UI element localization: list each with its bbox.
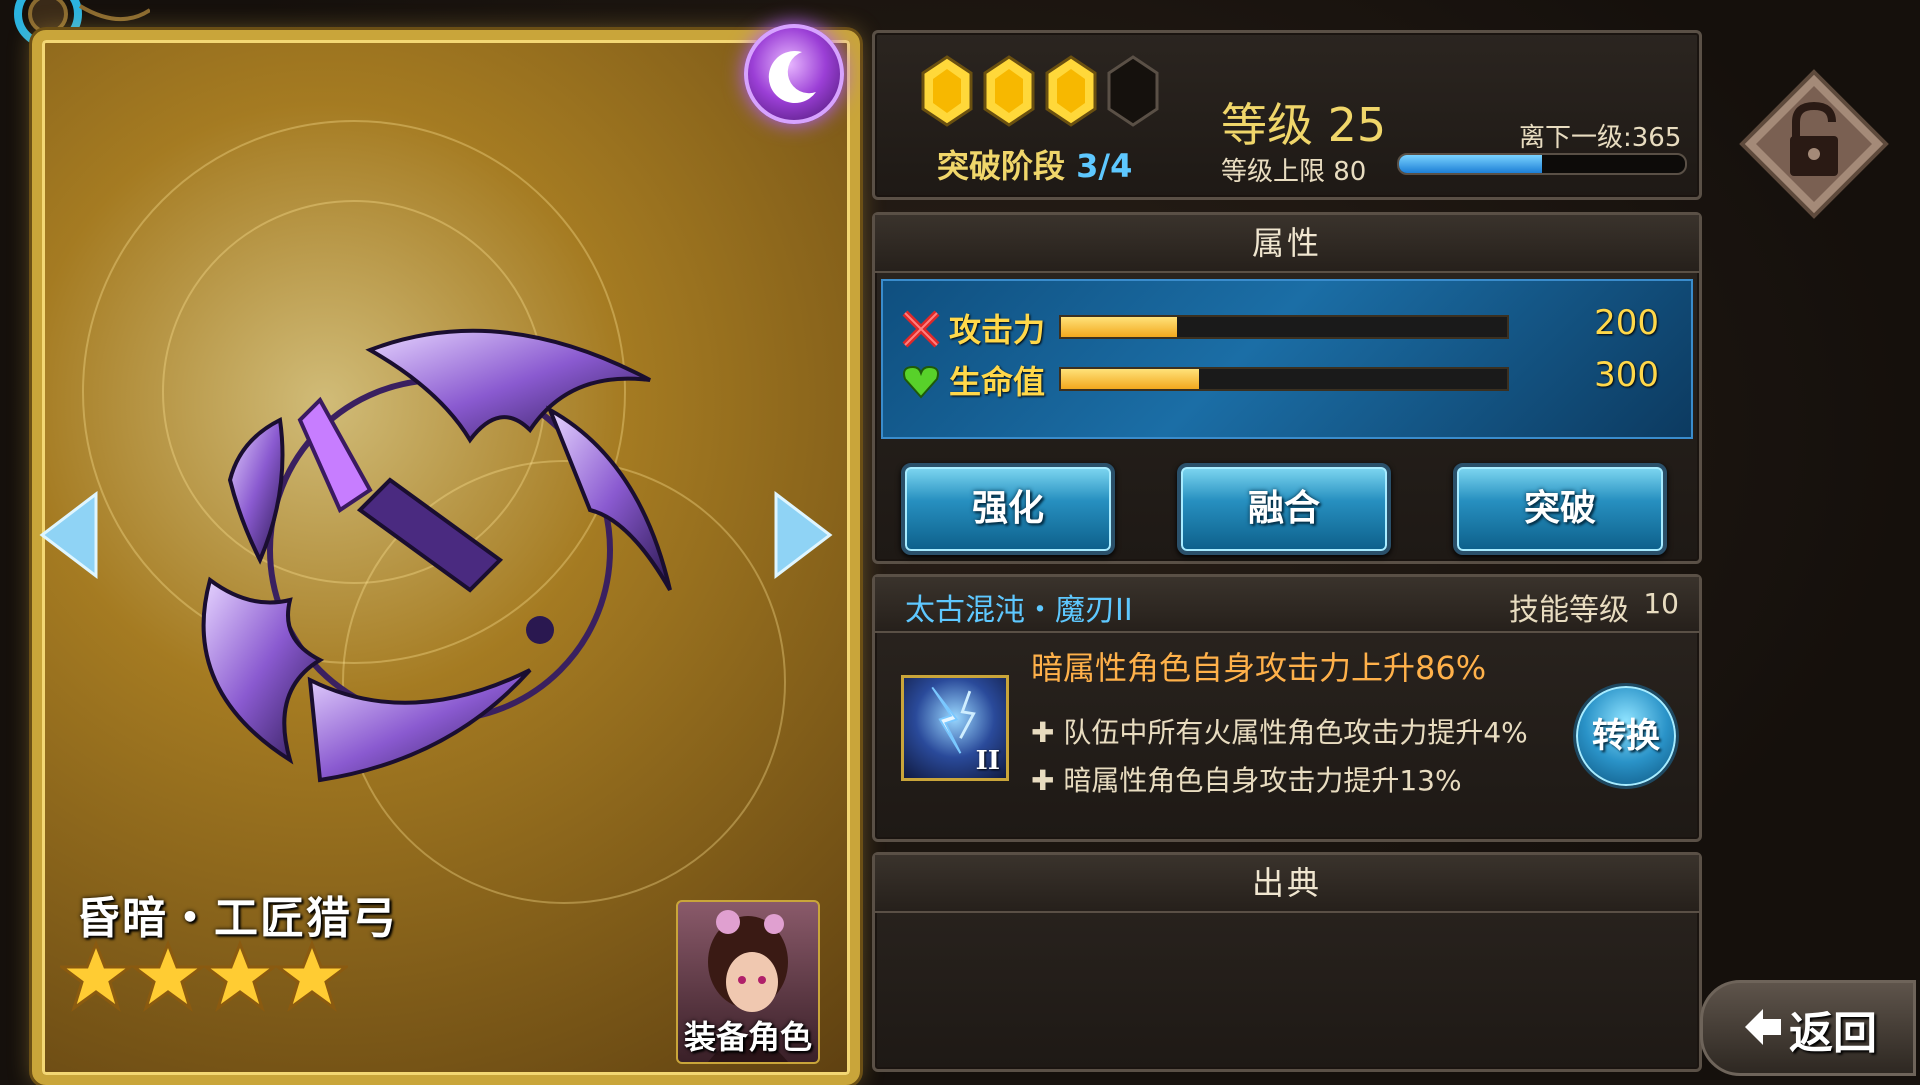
stat-bar — [1059, 315, 1509, 339]
enhance-button-label: 强化 — [971, 488, 1044, 529]
convert-button-label: 转换 — [1592, 716, 1660, 756]
back-button-label: 返回 — [1789, 1008, 1877, 1059]
exp-progress-fill — [1399, 155, 1542, 173]
breakthrough-level-panel: 突破阶段 3/4 等级 25 等级上限 80 离下一级:365 — [872, 30, 1702, 200]
lock-button[interactable] — [1738, 68, 1890, 220]
star-icon — [132, 940, 204, 1012]
level-label: 等级 25 — [1221, 98, 1387, 152]
stat-value: 300 — [1594, 355, 1659, 395]
rarity-stars — [60, 940, 348, 1012]
equipped-character-label: 装备角色 — [683, 1018, 812, 1056]
attributes-title: 属性 — [1251, 224, 1322, 262]
back-arrow-icon — [1745, 1009, 1781, 1045]
stat-bar — [1059, 367, 1509, 391]
breakthrough-gem-filled-icon — [1045, 55, 1097, 127]
crossed-swords-icon — [902, 310, 940, 348]
heart-icon — [903, 365, 939, 399]
skill-header: 太古混沌・魔刃II 技能等级 10 — [875, 577, 1699, 633]
stat-bar-fill — [1061, 317, 1177, 337]
skill-main-effect: 暗属性角色自身攻击力上升86% — [1031, 649, 1487, 687]
skill-tier-badge: II — [975, 746, 1000, 776]
enhance-button[interactable]: 强化 — [901, 463, 1115, 555]
fuse-button-label: 融合 — [1247, 488, 1320, 529]
breakthrough-stage: 突破阶段 3/4 — [937, 141, 1132, 187]
previous-arrow-icon[interactable] — [36, 490, 102, 580]
next-arrow-icon[interactable] — [770, 490, 836, 580]
attributes-panel: 属性 攻击力 200 生命值 300 强化 融合 突破 — [872, 212, 1702, 564]
breakthrough-button-label: 突破 — [1523, 488, 1596, 529]
stat-row-attack: 攻击力 200 — [883, 303, 1691, 353]
origin-panel: 出典 — [872, 852, 1702, 1072]
breakthrough-button[interactable]: 突破 — [1453, 463, 1667, 555]
convert-skill-button[interactable]: 转换 — [1573, 683, 1679, 789]
dark-element-moon-icon — [744, 24, 844, 124]
skill-sub-effect: ✚ 暗属性角色自身攻击力提升13% — [1031, 764, 1462, 797]
stat-value: 200 — [1594, 303, 1659, 343]
exp-to-next-level: 离下一级:365 — [1519, 123, 1682, 153]
skill-lightning-icon: II — [901, 675, 1009, 781]
equipped-character-button[interactable]: 装备角色 — [676, 900, 820, 1064]
weapon-name: 昏暗・工匠猎弓 — [76, 893, 398, 944]
attributes-header: 属性 — [875, 215, 1699, 273]
skill-level-value: 10 — [1643, 587, 1679, 620]
star-icon — [276, 940, 348, 1012]
stat-name: 生命值 — [949, 363, 1046, 401]
exp-progress-bar — [1397, 153, 1687, 175]
star-icon — [60, 940, 132, 1012]
breakthrough-gem-empty-icon — [1107, 55, 1159, 127]
bow-weapon-image — [201, 328, 672, 783]
stat-bar-fill — [1061, 369, 1200, 389]
breakthrough-gem-filled-icon — [983, 55, 1035, 127]
breakthrough-value: 3/4 — [1076, 147, 1133, 185]
origin-title: 出典 — [1251, 864, 1322, 902]
skill-name: 太古混沌・魔刃II — [905, 593, 1133, 628]
origin-header: 出典 — [875, 855, 1699, 913]
star-icon — [204, 940, 276, 1012]
skill-panel: 太古混沌・魔刃II 技能等级 10 II 暗属性角色自身攻击力上升86% ✚ 队… — [872, 574, 1702, 842]
skill-level-label: 技能等级 — [1509, 593, 1629, 628]
skill-sub-effect: ✚ 队伍中所有火属性角色攻击力提升4% — [1031, 716, 1528, 749]
stat-name: 攻击力 — [949, 311, 1046, 349]
breakthrough-gem-filled-icon — [921, 55, 973, 127]
level-cap: 等级上限 80 — [1221, 157, 1367, 187]
back-button[interactable]: 返回 — [1700, 980, 1916, 1076]
fuse-button[interactable]: 融合 — [1177, 463, 1391, 555]
stats-box: 攻击力 200 生命值 300 — [881, 279, 1693, 439]
breakthrough-label: 突破阶段 — [937, 147, 1066, 185]
stat-row-hp: 生命值 300 — [883, 355, 1691, 405]
